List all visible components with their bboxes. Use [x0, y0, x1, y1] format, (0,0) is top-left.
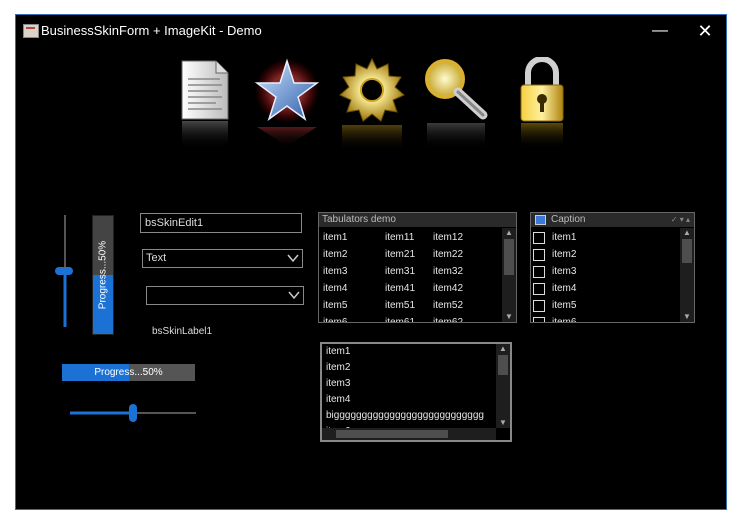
- list-item[interactable]: item11: [385, 232, 414, 243]
- list-item[interactable]: item51: [385, 300, 415, 311]
- padlock-icon[interactable]: [508, 57, 576, 161]
- scroll-up-icon[interactable]: ▲: [496, 344, 510, 354]
- scroll-thumb[interactable]: [504, 239, 514, 275]
- list-item[interactable]: item2: [323, 249, 347, 260]
- checklist-item-label[interactable]: item5: [552, 300, 576, 311]
- chevron-down-icon[interactable]: [288, 290, 300, 300]
- scroll-up-icon[interactable]: ▲: [502, 228, 516, 238]
- list-item[interactable]: item62: [433, 317, 463, 322]
- scroll-down-icon[interactable]: ▼: [502, 312, 516, 322]
- checkbox[interactable]: [533, 266, 545, 278]
- vertical-scrollbar[interactable]: ▲ ▼: [502, 228, 516, 322]
- main-window: BusinessSkinForm + ImageKit - Demo — ✕ P…: [15, 14, 727, 510]
- scroll-up-icon[interactable]: ▲: [680, 228, 694, 238]
- caption-title: Caption: [551, 214, 586, 225]
- list-item[interactable]: item22: [433, 249, 463, 260]
- skin-label: bsSkinLabel1: [152, 326, 213, 337]
- minimize-button[interactable]: —: [648, 19, 672, 43]
- list-item[interactable]: item4: [323, 283, 347, 294]
- tabulators-title: Tabulators demo: [319, 213, 516, 227]
- scroll-thumb[interactable]: [682, 239, 692, 263]
- caption-header: Caption ✓ ▾ ▴: [531, 213, 694, 227]
- list-item[interactable]: item12: [433, 232, 463, 243]
- checklist-item-label[interactable]: item6: [552, 317, 576, 322]
- star-icon[interactable]: [253, 57, 321, 161]
- list-item[interactable]: biggggggggggggggggggggggggggg: [326, 410, 484, 421]
- window-title: BusinessSkinForm + ImageKit - Demo: [41, 23, 262, 38]
- list-item[interactable]: item31: [385, 266, 415, 277]
- progress-label: Progress...50%: [94, 367, 163, 378]
- list-item[interactable]: item6: [323, 317, 347, 322]
- list-item[interactable]: item1: [326, 346, 350, 357]
- checkbox[interactable]: [533, 249, 545, 261]
- vertical-scrollbar[interactable]: ▲ ▼: [496, 344, 510, 428]
- gear-icon[interactable]: [338, 57, 406, 161]
- tabulators-listbox[interactable]: Tabulators demo item1 item11 item12 item2 it…: [318, 212, 517, 323]
- skin-edit-field[interactable]: bsSkinEdit1: [140, 213, 302, 233]
- caption-checklistbox[interactable]: Caption ✓ ▾ ▴ item1 item2 item3 item4 item5 i…: [530, 212, 695, 323]
- scroll-down-icon[interactable]: ▼: [680, 312, 694, 322]
- checkbox[interactable]: [533, 300, 545, 312]
- document-icon[interactable]: [172, 57, 240, 161]
- horizontal-progress-bar: Progress...50%: [62, 364, 195, 381]
- chevron-down-icon[interactable]: [287, 253, 299, 263]
- app-icon: [23, 24, 39, 38]
- horizontal-scrollbar[interactable]: [322, 428, 496, 440]
- empty-combobox[interactable]: [146, 286, 304, 305]
- list-item[interactable]: item21: [385, 249, 415, 260]
- list-item[interactable]: item52: [433, 300, 463, 311]
- text-combobox[interactable]: Text: [142, 249, 303, 268]
- scroll-thumb[interactable]: [498, 355, 508, 375]
- title-bar[interactable]: BusinessSkinForm + ImageKit - Demo — ✕: [16, 15, 726, 47]
- list-item[interactable]: item5: [323, 300, 347, 311]
- vertical-slider[interactable]: [53, 213, 75, 329]
- vertical-scrollbar[interactable]: ▲ ▼: [680, 228, 694, 322]
- list-item[interactable]: item41: [385, 283, 415, 294]
- checklist-item-label[interactable]: item3: [552, 266, 576, 277]
- checkbox[interactable]: [533, 232, 545, 244]
- checkbox[interactable]: [533, 283, 545, 295]
- horizontal-slider[interactable]: [68, 403, 198, 423]
- progress-label: Progress...50%: [97, 240, 109, 310]
- checklist-item-label[interactable]: item4: [552, 283, 576, 294]
- combobox-value: Text: [146, 252, 167, 264]
- vertical-progress-bar: Progress...50%: [92, 215, 114, 335]
- checklist-item-label[interactable]: item2: [552, 249, 576, 260]
- items-listbox[interactable]: item1 item2 item3 item4 bigggggggggggggggggg…: [320, 342, 512, 442]
- list-item[interactable]: item1: [323, 232, 347, 243]
- checklist-item-label[interactable]: item1: [552, 232, 576, 243]
- list-item[interactable]: item42: [433, 283, 463, 294]
- scroll-down-icon[interactable]: ▼: [496, 418, 510, 428]
- magnifier-icon[interactable]: [421, 57, 489, 161]
- list-item[interactable]: item32: [433, 266, 463, 277]
- list-item[interactable]: item3: [323, 266, 347, 277]
- scroll-thumb[interactable]: [336, 430, 448, 438]
- close-button[interactable]: ✕: [693, 19, 717, 43]
- list-item[interactable]: item3: [326, 378, 350, 389]
- checkbox[interactable]: [533, 317, 545, 322]
- caption-icon: [535, 215, 546, 225]
- list-item[interactable]: item4: [326, 394, 350, 405]
- list-item[interactable]: item2: [326, 362, 350, 373]
- list-item[interactable]: item61: [385, 317, 415, 322]
- caption-buttons[interactable]: ✓ ▾ ▴: [671, 213, 690, 227]
